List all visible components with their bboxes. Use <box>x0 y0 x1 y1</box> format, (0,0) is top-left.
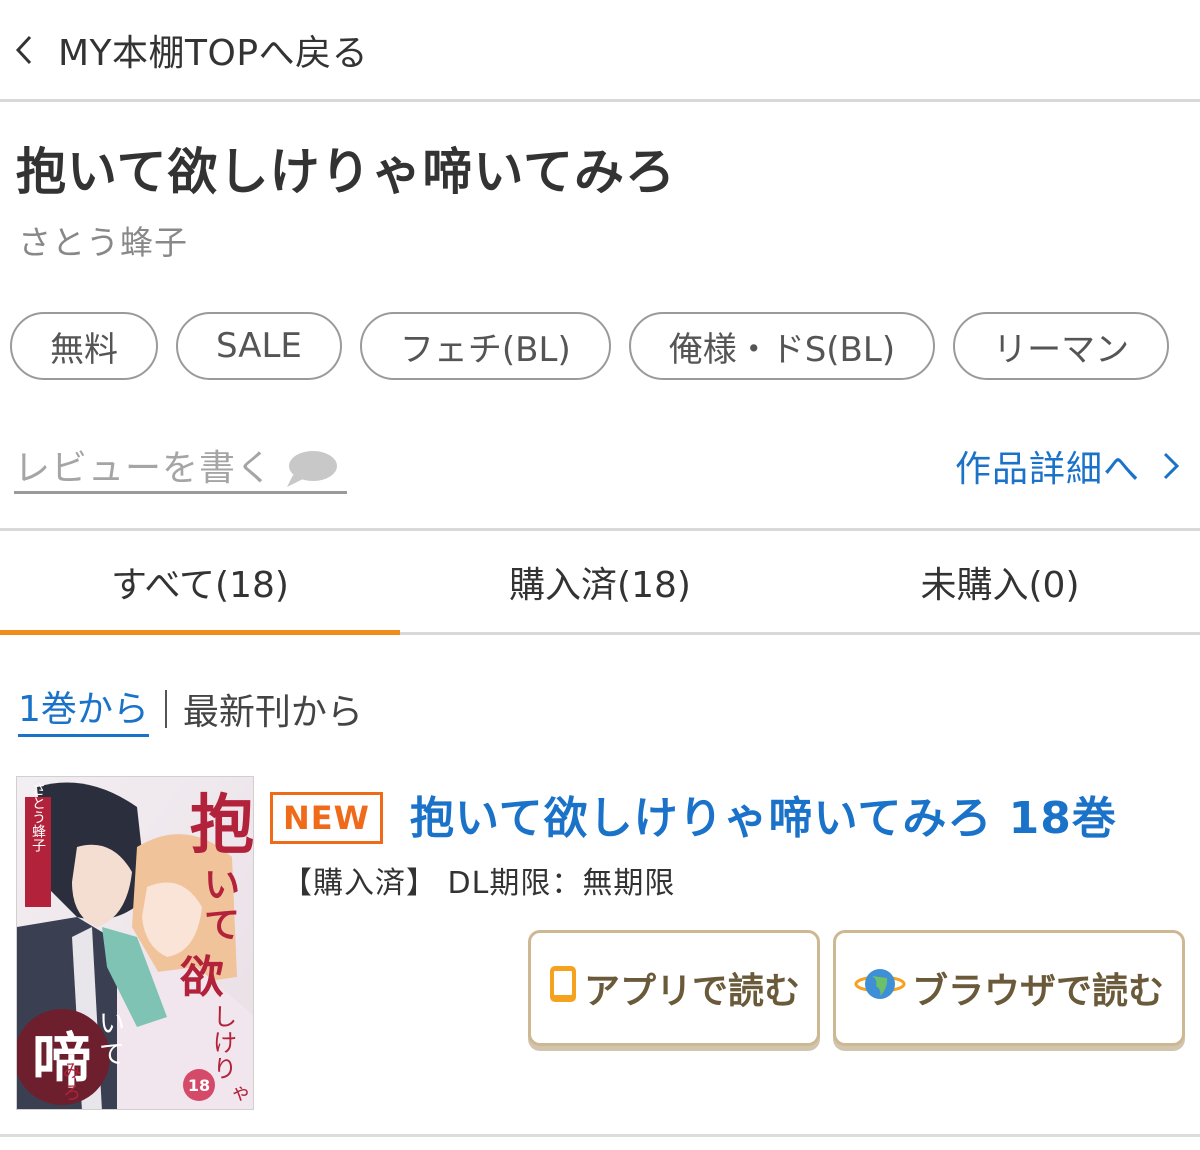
filter-tabs: すべて(18) 購入済(18) 未購入(0) <box>0 531 1200 635</box>
cover-title-char: り <box>213 1055 237 1083</box>
tag-chip[interactable]: 無料 <box>10 312 158 380</box>
cover-title-char: い <box>99 1009 125 1039</box>
chevron-right-icon <box>1162 446 1184 486</box>
work-detail-link[interactable]: 作品詳細へ <box>955 440 1184 492</box>
volume-title[interactable]: 抱いて欲しけりゃ啼いてみろ 18巻 <box>410 782 1117 846</box>
sort-separator <box>164 689 167 728</box>
globe-icon <box>854 962 906 1015</box>
volume-status: 【購入済】 DL期限：無期限 <box>282 866 676 901</box>
tab-all[interactable]: すべて(18) <box>0 531 400 635</box>
cover-title-char: ろ <box>63 1083 81 1104</box>
cover-title-char: て <box>99 1040 125 1070</box>
tag-chip[interactable]: リーマン <box>953 312 1170 380</box>
cover-title-char: 欲 <box>179 952 224 1003</box>
read-in-browser-label: ブラウザで読む <box>911 971 1164 1012</box>
speech-balloon-icon <box>283 449 339 489</box>
cover-title-char: ゃ <box>231 1080 251 1104</box>
series-title: 抱いて欲しけりゃ啼いてみろ <box>16 143 676 201</box>
work-detail-label: 作品詳細へ <box>954 449 1140 490</box>
cover-title-char: 啼 <box>32 1027 92 1097</box>
cover-title-char: い <box>204 865 240 906</box>
cover-volume-number: 18 <box>188 1076 210 1095</box>
write-review-label: レビューを書く <box>14 447 274 489</box>
cover-art: 抱 い て 欲 し け り ゃ 啼 い て み ろ さとう蜂子 18 <box>17 777 254 1109</box>
chevron-left-icon <box>14 30 40 70</box>
cover-title-char: て <box>204 905 240 946</box>
tag-chip[interactable]: SALE <box>176 312 342 380</box>
smartphone-icon <box>548 964 578 1013</box>
tab-purchased[interactable]: 購入済(18) <box>400 531 800 632</box>
write-review-link[interactable]: レビューを書く <box>14 438 348 494</box>
cover-title-char: け <box>213 1029 237 1057</box>
divider <box>0 1134 1200 1137</box>
tab-unpurchased[interactable]: 未購入(0) <box>800 531 1200 632</box>
cover-author: さとう蜂子 <box>30 782 46 852</box>
tag-chip[interactable]: フェチ(BL) <box>359 312 611 380</box>
book-cover[interactable]: 抱 い て 欲 し け り ゃ 啼 い て み ろ さとう蜂子 18 <box>16 776 254 1110</box>
read-in-app-label: アプリで読む <box>583 971 800 1012</box>
back-label: MY本棚TOPへ戻る <box>58 32 369 74</box>
tag-chip[interactable]: 俺様・ドS(BL) <box>628 312 936 380</box>
read-in-browser-button[interactable]: ブラウザで読む <box>833 930 1185 1046</box>
read-in-app-button[interactable]: アプリで読む <box>528 930 820 1046</box>
author-name[interactable]: さとう蜂子 <box>18 216 188 264</box>
cover-title-char: し <box>213 1003 237 1031</box>
sort-from-first[interactable]: 1巻から <box>18 680 149 737</box>
sort-from-latest[interactable]: 最新刊から <box>183 683 363 735</box>
tag-list: 無料 SALE フェチ(BL) 俺様・ドS(BL) リーマン <box>10 312 1200 384</box>
cover-title-char: み <box>63 1061 81 1082</box>
back-to-shelf-link[interactable]: MY本棚TOPへ戻る <box>0 0 1200 102</box>
cover-title-char: 抱 <box>190 789 254 863</box>
sort-order: 1巻から 最新刊から <box>18 680 363 737</box>
new-badge: NEW <box>270 792 383 844</box>
